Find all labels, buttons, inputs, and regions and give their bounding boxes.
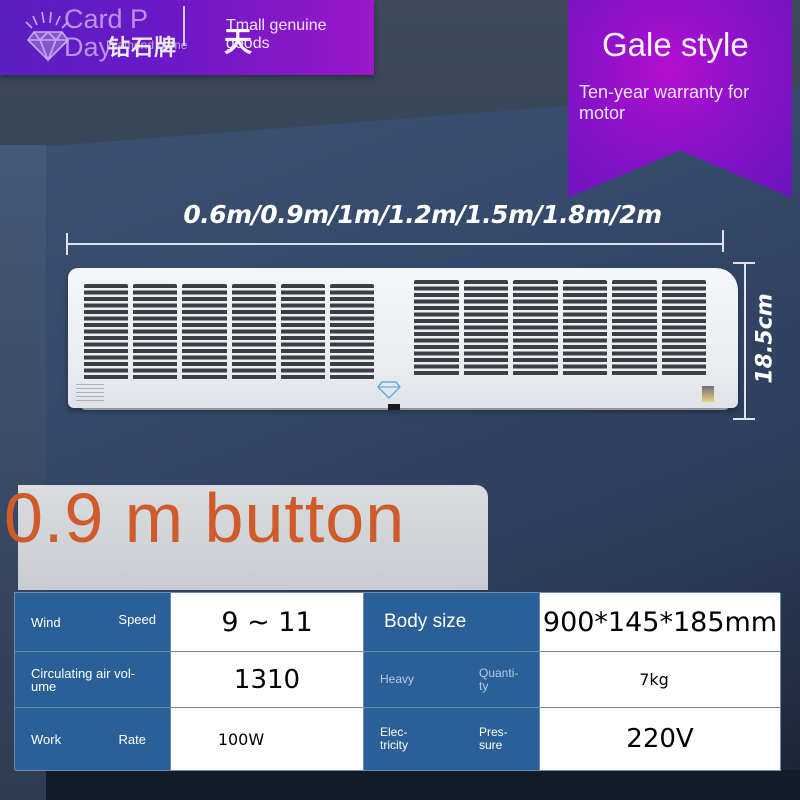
product-diamond-logo-icon bbox=[377, 381, 401, 399]
tmall-genuine-label: Tmall genuine goods bbox=[226, 17, 327, 52]
width-tick-left bbox=[66, 233, 68, 255]
spec-value-body-size: 900*145*185mm bbox=[540, 593, 781, 652]
height-dimension-label: 18.5cm bbox=[752, 293, 778, 384]
model-title: 0.9 m button bbox=[4, 479, 406, 557]
product-spec-sticker bbox=[76, 384, 104, 404]
spec-label-weight: Heavy Quanti-ty bbox=[364, 652, 540, 708]
brand-divider bbox=[183, 6, 185, 46]
height-tick-top bbox=[733, 262, 755, 264]
ribbon-subtitle: Ten-year warranty for motor bbox=[579, 82, 750, 123]
air-curtain-product-image bbox=[68, 268, 738, 410]
spec-value-weight: 7kg bbox=[540, 652, 781, 708]
spec-label-body-size: Body size bbox=[364, 593, 540, 652]
spec-label-voltage: Elec-tricity Pres-sure bbox=[364, 708, 540, 771]
product-energy-sticker bbox=[702, 386, 714, 402]
height-dimension-line bbox=[744, 262, 746, 420]
width-tick-right bbox=[722, 230, 724, 252]
spec-value-wind-speed: 9 ~ 11 bbox=[171, 593, 364, 652]
spec-value-air-volume: 1310 bbox=[171, 652, 364, 708]
spec-label-part: Speed bbox=[118, 611, 156, 627]
background-floor bbox=[46, 770, 800, 800]
ribbon-title: Gale style bbox=[602, 26, 749, 63]
spec-label-wind-speed: Wind Speed bbox=[15, 593, 171, 652]
spec-table: Wind Speed 9 ~ 11 Body size 900*145*185m… bbox=[14, 592, 781, 771]
spec-value-voltage: 220V bbox=[540, 708, 781, 771]
brand-name-chinese: 钻石牌 bbox=[108, 36, 178, 61]
height-tick-bottom bbox=[733, 418, 755, 420]
spec-label-power: Work Rate bbox=[15, 708, 171, 771]
width-dimension-line bbox=[66, 243, 724, 245]
spec-value-power: 100W bbox=[171, 708, 364, 771]
spec-label-part: Wind bbox=[31, 614, 61, 630]
vent-grille-left bbox=[84, 284, 374, 380]
product-switch bbox=[388, 404, 400, 410]
width-dimension-label: 0.6m/0.9m/1m/1.2m/1.5m/1.8m/2m bbox=[183, 200, 662, 229]
vent-grille-right bbox=[414, 280, 706, 376]
spec-label-air-volume: Circulating air vol-ume bbox=[15, 652, 171, 708]
